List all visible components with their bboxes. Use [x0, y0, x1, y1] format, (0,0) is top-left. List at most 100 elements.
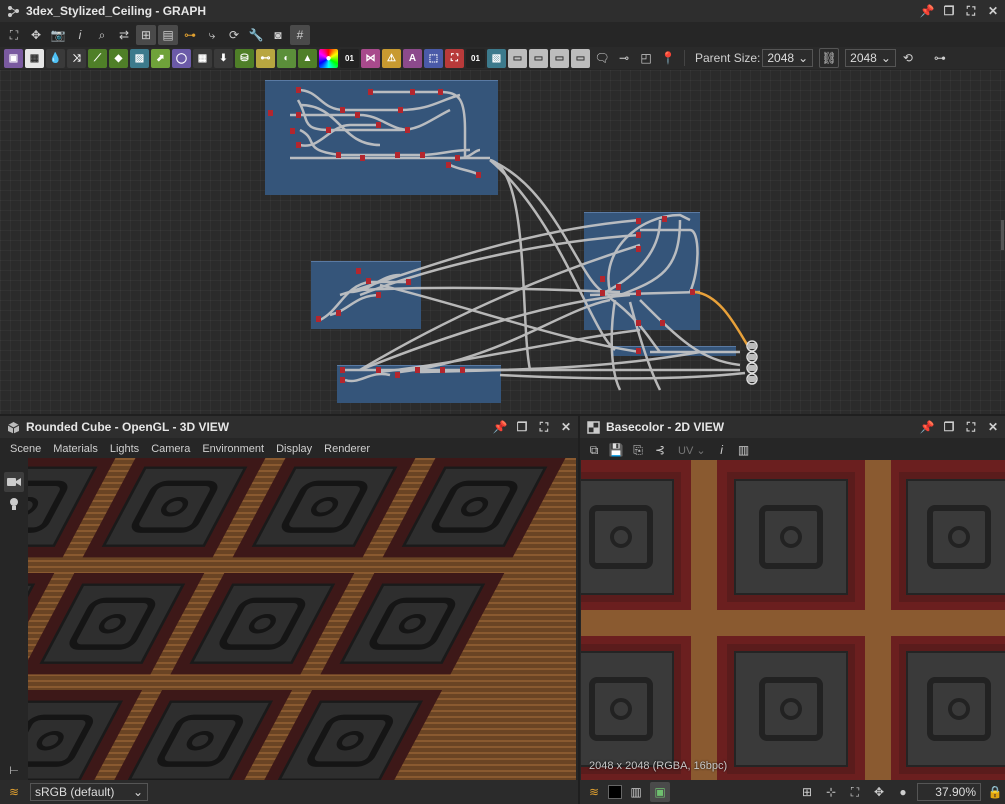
frame-node-icon[interactable]: ⬚ — [424, 48, 443, 68]
uv-toggle[interactable]: UV ⌄ — [678, 444, 706, 457]
histogram-node-icon[interactable]: ▲ — [298, 48, 317, 68]
view3d-title: Rounded Cube - OpenGL - 3D VIEW — [26, 420, 230, 434]
maximize-icon[interactable]: ⛶ — [963, 419, 979, 435]
layout-nodes-icon[interactable]: ⊞ — [136, 25, 156, 45]
graph-canvas[interactable] — [0, 70, 1005, 414]
hsl-node-icon[interactable]: ◐ — [277, 48, 296, 68]
graph-scrollbar[interactable] — [1001, 220, 1004, 250]
save-icon[interactable]: 💾 — [606, 440, 626, 460]
mesh-node-icon[interactable]: ▧ — [487, 48, 506, 68]
output-size-select[interactable]: 2048 ⌄ — [845, 49, 896, 67]
shuffle-node-icon[interactable]: ⤨ — [67, 48, 86, 68]
frame-add-icon[interactable]: ◰ — [636, 48, 656, 68]
color-wheel-node-icon[interactable]: ● — [319, 48, 338, 68]
more-options-icon[interactable]: ⊶ — [930, 48, 950, 68]
display-mode-icon[interactable]: ▣ — [650, 782, 670, 802]
pin-icon[interactable]: 📌 — [492, 419, 508, 435]
output-node-icon[interactable]: ⬇ — [214, 48, 233, 68]
float-icon[interactable]: ❐ — [514, 419, 530, 435]
navigation-pin-icon[interactable]: 📍 — [658, 48, 678, 68]
curve-node-icon[interactable]: ⟋ — [88, 48, 107, 68]
copy-icon[interactable]: ⎘ — [628, 440, 648, 460]
close-icon[interactable]: ✕ — [558, 419, 574, 435]
share-icon[interactable]: ⊰ — [650, 440, 670, 460]
warp-node-icon[interactable]: ⛁ — [235, 48, 254, 68]
pan-icon[interactable]: ✥ — [869, 782, 889, 802]
layers-icon[interactable]: ≋ — [584, 782, 604, 802]
input-gray-icon[interactable]: ▭ — [550, 48, 569, 68]
snapshot-icon[interactable]: ◙ — [268, 25, 288, 45]
zoom-field[interactable]: 37.90% — [917, 783, 981, 801]
noise-node-icon[interactable]: 01 — [340, 48, 359, 68]
grid-icon[interactable]: ⊞ — [797, 782, 817, 802]
comment-icon[interactable]: 🗨 — [592, 48, 612, 68]
search-icon[interactable]: ⌕ — [92, 25, 112, 45]
view3d-statusbar: ≋ sRGB (default) ⌄ — [0, 780, 578, 804]
menu-lights[interactable]: Lights — [104, 443, 145, 455]
fill-node-icon[interactable]: ⛶ — [445, 48, 464, 68]
bitmap-node-icon[interactable]: ▣ — [4, 48, 23, 68]
colorspace-select[interactable]: sRGB (default) ⌄ — [30, 783, 148, 801]
fit-icon[interactable]: ⛶ — [845, 782, 865, 802]
center-icon[interactable]: ✥ — [26, 25, 46, 45]
show-frames-icon[interactable]: ▤ — [158, 25, 178, 45]
menu-materials[interactable]: Materials — [47, 443, 104, 455]
info-icon[interactable]: i — [712, 440, 732, 460]
menu-camera[interactable]: Camera — [145, 443, 196, 455]
view3d-title-bar: Rounded Cube - OpenGL - 3D VIEW 📌 ❐ ⛶ ✕ — [0, 416, 578, 438]
menu-display[interactable]: Display — [270, 443, 318, 455]
uniform-color-node-icon[interactable]: ▦ — [25, 48, 44, 68]
maximize-icon[interactable]: ⛶ — [536, 419, 552, 435]
drop-node-icon[interactable]: 💧 — [46, 48, 65, 68]
menu-environment[interactable]: Environment — [196, 443, 270, 455]
edge-node-icon[interactable]: ⊷ — [256, 48, 275, 68]
layout-tool-icon[interactable]: ⊢ — [4, 760, 24, 780]
checker-background-icon[interactable]: ▥ — [626, 782, 646, 802]
view3d-viewport[interactable] — [28, 458, 576, 780]
tools-icon[interactable]: 🔧 — [246, 25, 266, 45]
channel-black-swatch[interactable] — [608, 785, 622, 799]
input-value-icon[interactable]: ▭ — [571, 48, 590, 68]
float-icon[interactable]: ❐ — [941, 419, 957, 435]
pin-icon[interactable]: 📌 — [919, 3, 935, 19]
grid-snap-icon[interactable]: # — [290, 25, 310, 45]
input-image-icon[interactable]: ▭ — [508, 48, 527, 68]
refresh-icon[interactable]: ⟳ — [224, 25, 244, 45]
blend-node-icon[interactable]: ◯ — [172, 48, 191, 68]
text-node-icon[interactable]: A — [403, 48, 422, 68]
float-icon[interactable]: ❐ — [941, 3, 957, 19]
lock-icon[interactable]: 🔒 — [985, 782, 1005, 802]
menu-renderer[interactable]: Renderer — [318, 443, 376, 455]
view2d-viewport[interactable]: 2048 x 2048 (RGBA, 16bpc) — [581, 460, 1005, 780]
pattern-node-icon[interactable]: ⋈ — [361, 48, 380, 68]
info-icon[interactable]: i — [70, 25, 90, 45]
ruler-icon[interactable]: ⊹ — [821, 782, 841, 802]
light-tool-icon[interactable] — [4, 494, 24, 514]
transform-node-icon[interactable]: ▨ — [130, 48, 149, 68]
close-icon[interactable]: ✕ — [985, 3, 1001, 19]
pin-icon[interactable]: 📌 — [919, 419, 935, 435]
camera-tool-icon[interactable] — [4, 472, 24, 492]
camera-icon[interactable]: 📷 — [48, 25, 68, 45]
wire-style-icon[interactable]: ⤷ — [202, 25, 222, 45]
gradient-node-icon[interactable]: ⬈ — [151, 48, 170, 68]
histogram-icon[interactable]: ▥ — [734, 440, 754, 460]
link-mode-icon[interactable]: ⇄ — [114, 25, 134, 45]
zoom-out-icon[interactable]: ● — [893, 782, 913, 802]
value-node-icon[interactable]: 01 — [466, 48, 485, 68]
reset-icon[interactable]: ⟲ — [898, 48, 918, 68]
parent-size-select[interactable]: 2048 ⌄ — [762, 49, 814, 67]
fit-view-icon[interactable]: ⧉ — [584, 440, 604, 460]
pin-node-icon[interactable]: ⊸ — [614, 48, 634, 68]
menu-scene[interactable]: Scene — [4, 443, 47, 455]
input-color-icon[interactable]: ▭ — [529, 48, 548, 68]
connection-icon[interactable]: ⊶ — [180, 25, 200, 45]
maximize-icon[interactable]: ⛶ — [963, 3, 979, 19]
tile-node-icon[interactable]: ▦ — [193, 48, 212, 68]
close-icon[interactable]: ✕ — [985, 419, 1001, 435]
frame-all-icon[interactable]: ⛶ — [4, 25, 24, 45]
levels-node-icon[interactable]: ◆ — [109, 48, 128, 68]
layers-icon[interactable]: ≋ — [4, 782, 24, 802]
link-size-icon[interactable]: ⛓ — [819, 48, 840, 68]
warning-node-icon[interactable]: ⚠ — [382, 48, 401, 68]
